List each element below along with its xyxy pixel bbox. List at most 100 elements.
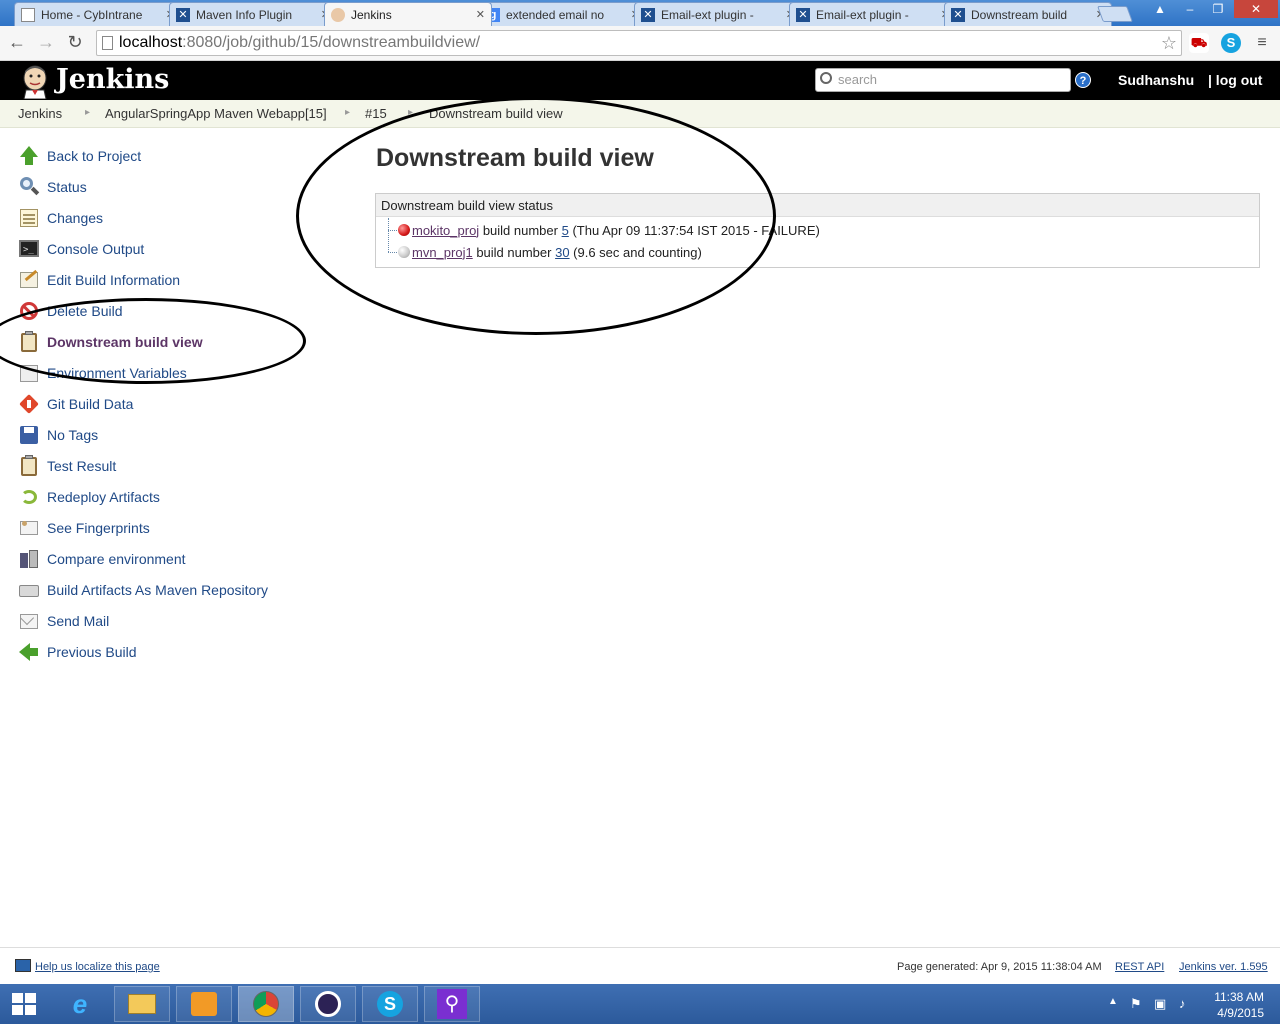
forward-arrow-icon[interactable]: → bbox=[35, 31, 57, 53]
back-arrow-icon[interactable]: ← bbox=[6, 31, 28, 53]
minimize-button[interactable]: – bbox=[1176, 0, 1204, 18]
sidebar-item-changes[interactable]: Changes bbox=[18, 206, 103, 230]
address-bar[interactable]: localhost:8080/job/github/15/downstreamb… bbox=[96, 30, 1182, 56]
breadcrumb-project[interactable]: AngularSpringApp Maven Webapp[15] bbox=[105, 106, 327, 121]
volume-icon[interactable]: ♪ bbox=[1179, 996, 1186, 1011]
extension-icon[interactable]: ⛟ bbox=[1189, 33, 1209, 53]
sidebar-item-label: Send Mail bbox=[47, 613, 110, 629]
logout-link[interactable]: | log out bbox=[1208, 72, 1262, 88]
jenkins-butler-icon[interactable] bbox=[18, 63, 52, 99]
user-icon[interactable]: ▲ bbox=[1146, 0, 1174, 18]
browser-tab-strip: Home - CybIntrane ✕ ✕ Maven Info Plugin … bbox=[0, 0, 1280, 26]
localize-link[interactable]: Help us localize this page bbox=[35, 961, 160, 973]
skype-icon[interactable]: S bbox=[362, 986, 418, 1022]
page-footer: Help us localize this page Page generate… bbox=[0, 947, 1280, 983]
sidebar-item-label: Compare environment bbox=[47, 551, 186, 567]
close-tab-icon[interactable]: ✕ bbox=[476, 8, 485, 21]
browser-tab-active[interactable]: Jenkins ✕ bbox=[324, 2, 492, 26]
browser-tab[interactable]: ✕ Email-ext plugin - ✕ bbox=[789, 2, 957, 26]
sidebar-item-label: Downstream build view bbox=[47, 334, 203, 350]
taskbar-clock[interactable]: 11:38 AM 4/9/2015 bbox=[1208, 989, 1264, 1021]
build-detail: (Thu Apr 09 11:37:54 IST 2015 - FAILURE) bbox=[568, 222, 820, 238]
reload-icon[interactable]: ↻ bbox=[64, 31, 86, 53]
sidebar-item-label: Status bbox=[47, 179, 87, 195]
breadcrumb-current[interactable]: Downstream build view bbox=[429, 106, 563, 121]
browser-tab[interactable]: g extended email no ✕ bbox=[479, 2, 647, 26]
search-placeholder: search bbox=[838, 72, 878, 87]
help-icon[interactable]: ? bbox=[1075, 72, 1091, 88]
sidebar-item-label: Redeploy Artifacts bbox=[47, 489, 160, 505]
drive-icon bbox=[18, 579, 40, 601]
build-number-link[interactable]: 30 bbox=[555, 245, 569, 260]
sidebar-item-git-build-data[interactable]: Git Build Data bbox=[18, 392, 133, 416]
sidebar-item-test-result[interactable]: Test Result bbox=[18, 454, 116, 478]
sidebar-item-label: Back to Project bbox=[47, 148, 142, 164]
file-explorer-icon[interactable] bbox=[114, 986, 170, 1022]
sidebar-item-previous-build[interactable]: Previous Build bbox=[18, 640, 137, 664]
clipboard-icon bbox=[18, 331, 40, 353]
eclipse-icon[interactable] bbox=[300, 986, 356, 1022]
sidebar-item-label: Test Result bbox=[47, 458, 117, 474]
sidebar-item-downstream-build-view[interactable]: Downstream build view bbox=[18, 330, 203, 354]
tab-title: Email-ext plugin - bbox=[661, 7, 754, 22]
user-link[interactable]: Sudhanshu bbox=[1118, 72, 1194, 88]
magnifier-icon bbox=[18, 176, 40, 198]
sidebar-item-status[interactable]: Status bbox=[18, 175, 87, 199]
build-number-link[interactable]: 5 bbox=[562, 223, 569, 238]
browser-tab[interactable]: ✕ Email-ext plugin - ✕ bbox=[634, 2, 802, 26]
build-detail: (9.6 sec and counting) bbox=[569, 244, 702, 260]
url-path: :8080/job/github/15/downstreambuildview/ bbox=[182, 34, 481, 51]
maximize-button[interactable]: ❐ bbox=[1204, 0, 1232, 18]
rest-api-link[interactable]: REST API bbox=[1115, 961, 1164, 973]
sidebar-item-edit-build-information[interactable]: Edit Build Information bbox=[18, 268, 180, 292]
jenkins-version-link[interactable]: Jenkins ver. 1.595 bbox=[1179, 961, 1268, 973]
downstream-status-panel: Downstream build view status mokito_proj… bbox=[375, 193, 1260, 268]
close-window-button[interactable]: ✕ bbox=[1234, 0, 1278, 18]
sidebar-item-redeploy-artifacts[interactable]: Redeploy Artifacts bbox=[18, 485, 160, 509]
breadcrumb-build[interactable]: #15 bbox=[365, 106, 387, 121]
skype-icon[interactable]: S bbox=[1221, 33, 1241, 53]
menu-icon[interactable]: ≡ bbox=[1252, 33, 1272, 53]
network-icon[interactable]: ▣ bbox=[1154, 996, 1166, 1012]
up-arrow-icon bbox=[18, 145, 40, 167]
sidebar-item-label: Environment Variables bbox=[47, 365, 187, 381]
sidebar-item-compare-environment[interactable]: Compare environment bbox=[18, 547, 186, 571]
sidebar-item-label: Previous Build bbox=[47, 644, 137, 660]
sidebar-item-see-fingerprints[interactable]: See Fingerprints bbox=[18, 516, 150, 540]
search-tool-icon[interactable]: ⚲ bbox=[424, 986, 480, 1022]
sidebar-item-no-tags[interactable]: No Tags bbox=[18, 423, 98, 447]
page-icon bbox=[102, 36, 113, 50]
sidebar-item-send-mail[interactable]: Send Mail bbox=[18, 609, 109, 633]
chrome-icon[interactable] bbox=[238, 986, 294, 1022]
windows-start-icon[interactable] bbox=[12, 993, 38, 1017]
sidebar-item-back-to-project[interactable]: Back to Project bbox=[18, 144, 141, 168]
new-tab-button[interactable] bbox=[1097, 6, 1133, 22]
outlook-icon[interactable] bbox=[176, 986, 232, 1022]
breadcrumb-separator-icon: ▸ bbox=[408, 107, 414, 118]
project-link[interactable]: mvn_proj1 bbox=[412, 245, 473, 260]
browser-tab[interactable]: Home - CybIntrane ✕ bbox=[14, 2, 182, 26]
breadcrumb: Jenkins ▸ AngularSpringApp Maven Webapp[… bbox=[0, 100, 1280, 128]
browser-tab[interactable]: ✕ Maven Info Plugin ✕ bbox=[169, 2, 337, 26]
edit-icon bbox=[18, 269, 40, 291]
page-generated: Page generated: Apr 9, 2015 11:38:04 AM bbox=[897, 961, 1102, 973]
project-link[interactable]: mokito_proj bbox=[412, 223, 479, 238]
redeploy-icon bbox=[18, 486, 40, 508]
jira-icon: ✕ bbox=[951, 7, 965, 22]
sidebar-item-build-artifacts-as-maven-repository[interactable]: Build Artifacts As Maven Repository bbox=[18, 578, 268, 602]
sidebar-item-console-output[interactable]: >_ Console Output bbox=[18, 237, 144, 261]
action-center-flag-icon[interactable]: ⚑ bbox=[1130, 996, 1142, 1012]
internet-explorer-icon[interactable]: e bbox=[52, 986, 108, 1022]
bookmark-star-icon[interactable]: ☆ bbox=[1161, 33, 1177, 54]
sidebar-item-delete-build[interactable]: Delete Build bbox=[18, 299, 123, 323]
downstream-build-row: mvn_proj1 build number 30 (9.6 sec and c… bbox=[388, 243, 702, 261]
no-entry-icon bbox=[18, 300, 40, 322]
sidebar-item-environment-variables[interactable]: Environment Variables bbox=[18, 361, 187, 385]
show-hidden-icons-icon[interactable]: ▲ bbox=[1108, 996, 1118, 1007]
search-input[interactable]: search bbox=[815, 68, 1071, 92]
browser-tab[interactable]: ✕ Downstream build ✕ bbox=[944, 2, 1112, 26]
tab-title: Downstream build bbox=[971, 7, 1068, 22]
breadcrumb-jenkins[interactable]: Jenkins bbox=[18, 106, 62, 121]
mail-icon bbox=[18, 610, 40, 632]
jenkins-title[interactable]: Jenkins bbox=[56, 64, 169, 95]
